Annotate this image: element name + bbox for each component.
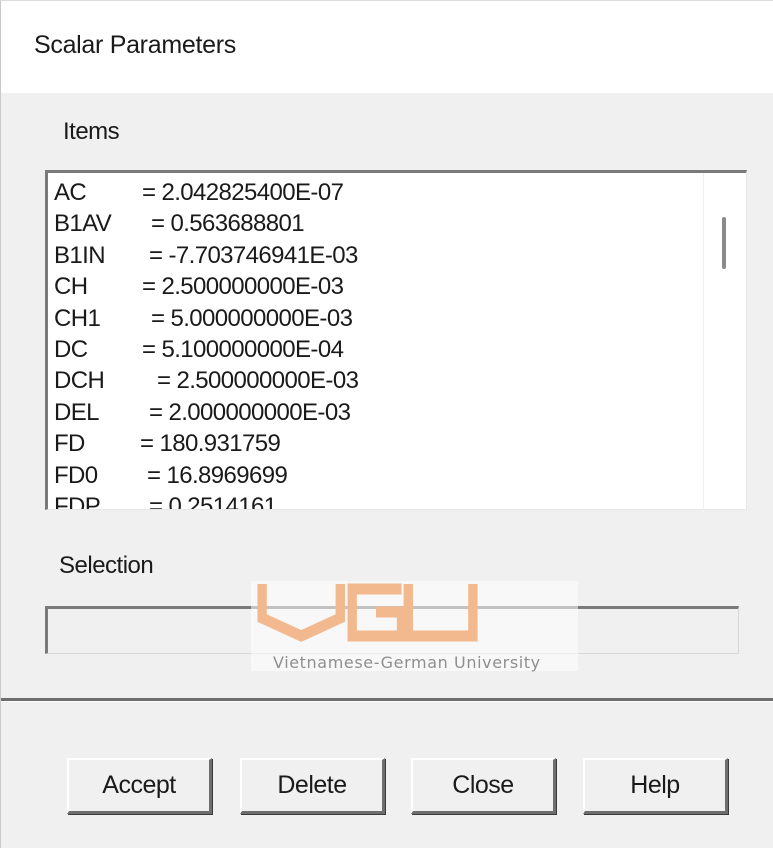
watermark-caption: Vietnamese-German University — [273, 653, 541, 672]
list-item[interactable]: FDP = 0.2514161 — [54, 491, 704, 510]
list-item-name: DEL — [54, 398, 99, 426]
list-item-value: = 2.500000000E-03 — [142, 273, 344, 301]
list-item[interactable]: DCH = 2.500000000E-03 — [54, 365, 704, 396]
dialog-title: Scalar Parameters — [34, 31, 236, 59]
list-item-name: DCH — [54, 367, 105, 395]
list-item[interactable]: B1AV = 0.563688801 — [54, 208, 704, 239]
list-item-value: = 0.2514161 — [149, 492, 277, 510]
title-bar[interactable]: Scalar Parameters — [1, 1, 773, 93]
accept-button[interactable]: Accept — [67, 758, 212, 814]
list-item[interactable]: FD0 = 16.8969699 — [54, 460, 704, 491]
items-list-rows: AC = 2.042825400E-07 B1AV = 0.563688801 B1IN… — [54, 177, 704, 510]
list-item[interactable]: CH = 2.500000000E-03 — [54, 271, 704, 302]
list-item-name: DC — [54, 335, 88, 363]
close-button[interactable]: Close — [411, 758, 556, 814]
separator — [1, 698, 773, 702]
list-item-value: = 16.8969699 — [147, 461, 288, 489]
list-item-name: CH1 — [54, 304, 101, 332]
delete-button[interactable]: Delete — [240, 758, 385, 814]
scrollbar-thumb[interactable] — [722, 217, 726, 269]
list-item[interactable]: B1IN = -7.703746941E-03 — [54, 240, 704, 271]
list-item-value: = 2.042825400E-07 — [142, 179, 344, 206]
list-item-name: CH — [54, 273, 88, 301]
list-item-name: B1IN — [54, 241, 106, 269]
list-item-name: FD0 — [54, 461, 98, 489]
selection-field[interactable] — [45, 606, 739, 654]
list-item-name: FD — [54, 430, 85, 458]
list-item[interactable]: CH1 = 5.000000000E-03 — [54, 303, 704, 334]
list-item-value: = 5.000000000E-03 — [151, 304, 353, 332]
selection-label: Selection — [59, 552, 154, 579]
list-item-value: = 2.500000000E-03 — [157, 367, 359, 395]
help-button[interactable]: Help — [583, 758, 728, 814]
list-item-value: = -7.703746941E-03 — [149, 241, 358, 269]
list-item-name: FDP — [54, 492, 101, 510]
list-item-name: AC — [54, 179, 87, 206]
list-item[interactable]: FD = 180.931759 — [54, 428, 704, 459]
list-item-value: = 0.563688801 — [151, 210, 305, 238]
list-item-value: = 2.000000000E-03 — [149, 398, 351, 426]
items-scrollbar[interactable] — [703, 173, 746, 509]
items-label: Items — [63, 118, 120, 145]
list-item-name: B1AV — [54, 210, 112, 238]
scalar-parameters-dialog: Scalar Parameters Items AC = 2.042825400E… — [0, 0, 773, 848]
list-item[interactable]: DEL = 2.000000000E-03 — [54, 397, 704, 428]
list-item-value: = 180.931759 — [140, 430, 281, 458]
list-item-value: = 5.100000000E-04 — [142, 335, 344, 363]
list-item[interactable]: AC = 2.042825400E-07 — [54, 177, 704, 208]
list-item[interactable]: DC = 5.100000000E-04 — [54, 334, 704, 365]
items-listbox[interactable]: AC = 2.042825400E-07 B1AV = 0.563688801 B1IN… — [45, 170, 747, 510]
